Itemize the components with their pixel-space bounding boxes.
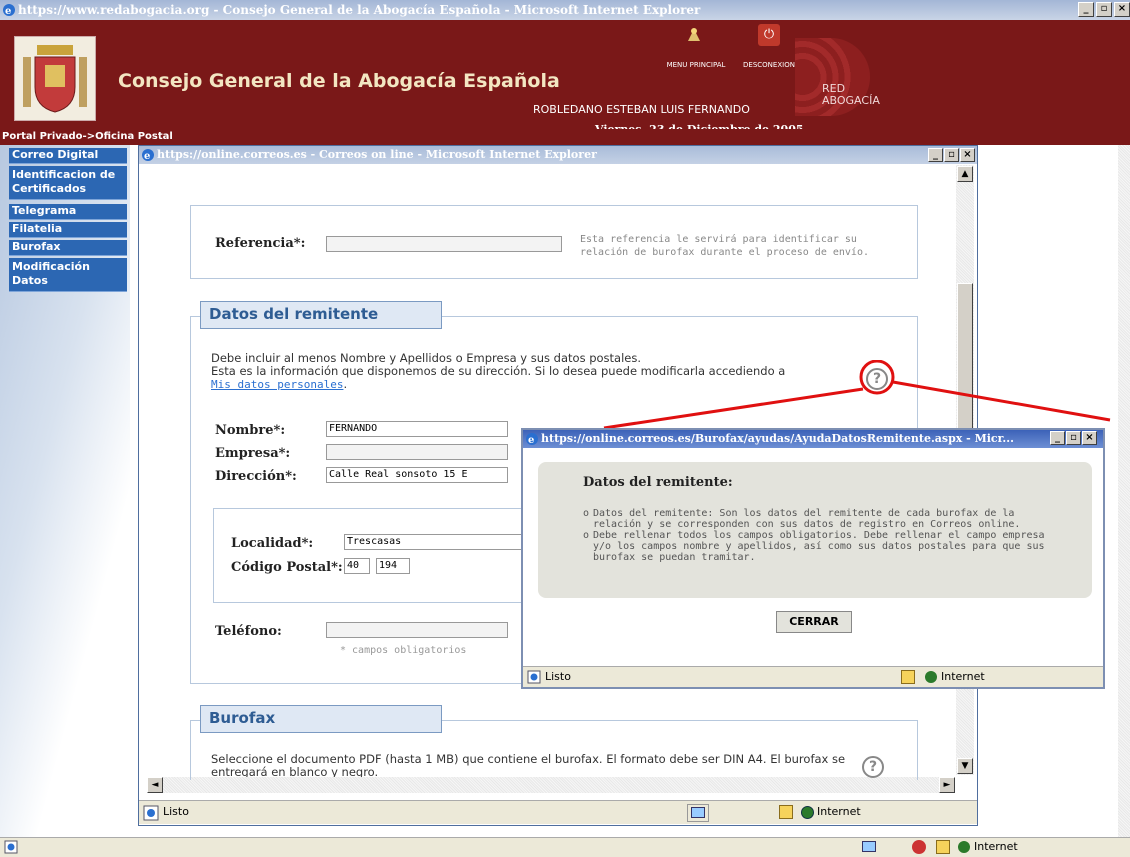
popup-status-bar: Listo Internet bbox=[523, 666, 1103, 687]
empresa-input[interactable] bbox=[326, 444, 508, 460]
globe-icon bbox=[801, 806, 814, 819]
help-icon-burofax[interactable]: ? bbox=[862, 756, 884, 778]
red-abogacia-text: RED ABOGACÍA bbox=[822, 82, 880, 107]
nombre-label: Nombre*: bbox=[215, 423, 286, 438]
sidebar-item-telegrama[interactable]: Telegrama bbox=[9, 204, 127, 220]
scroll-up-button[interactable]: ▲ bbox=[957, 166, 973, 182]
svg-text:e: e bbox=[528, 435, 534, 446]
inner-status-zone: Internet bbox=[817, 805, 861, 818]
minimize-button[interactable]: _ bbox=[1078, 2, 1094, 17]
popup-title-text: https://online.correos.es/Burofax/ayudas… bbox=[541, 432, 1014, 445]
close-button[interactable]: × bbox=[1114, 2, 1130, 17]
popup-bullet-1: o Datos del remitente: Son los datos del … bbox=[583, 508, 1053, 530]
sidebar-item-modificacion-datos[interactable]: Modificación Datos bbox=[9, 258, 127, 292]
period: . bbox=[343, 377, 348, 391]
lock-icon bbox=[779, 805, 793, 819]
globe-icon bbox=[958, 841, 970, 853]
breadcrumb: Portal Privado->Oficina Postal bbox=[0, 129, 1130, 145]
popup-heading: Datos del remitente: bbox=[583, 475, 733, 490]
popup-bullet-1-text: Datos del remitente: Son los datos del r… bbox=[593, 508, 1021, 530]
page-view-icon bbox=[862, 841, 876, 852]
menu-principal-icon[interactable] bbox=[680, 25, 710, 43]
maximize-button[interactable]: ▫ bbox=[1096, 2, 1112, 17]
svg-text:e: e bbox=[5, 6, 11, 17]
organization-name: Consejo General de la Abogacía Española bbox=[118, 70, 560, 92]
empresa-label: Empresa*: bbox=[215, 446, 291, 461]
popup-status-text: Listo bbox=[545, 670, 571, 683]
page-view-icon bbox=[691, 807, 705, 818]
globe-icon bbox=[925, 671, 937, 683]
scroll-right-button[interactable]: ► bbox=[939, 777, 955, 793]
telefono-input[interactable] bbox=[326, 622, 508, 638]
bullet-icon: o bbox=[583, 530, 590, 541]
inner-window-title-text: https://online.correos.es - Correos on l… bbox=[157, 148, 597, 161]
burofax-text: Seleccione el documento PDF (hasta 1 MB)… bbox=[211, 753, 846, 777]
popup-bullets: o Datos del remitente: Son los datos del … bbox=[583, 508, 1053, 563]
site-header: Consejo General de la Abogacía Española … bbox=[0, 20, 1130, 145]
desconexion-link[interactable]: DESCONEXION bbox=[736, 61, 802, 69]
scroll-left-button[interactable]: ◄ bbox=[147, 777, 163, 793]
codigo-postal-label: Código Postal*: bbox=[231, 560, 343, 575]
campos-obligatorios-note: * campos obligatorios bbox=[340, 645, 467, 656]
codigo-postal-input-1[interactable]: 40 bbox=[344, 558, 370, 574]
coat-of-arms-logo bbox=[14, 36, 96, 121]
outer-status-zone: Internet bbox=[974, 840, 1018, 853]
remitente-legend: Datos del remitente bbox=[200, 301, 442, 329]
ie-icon: e bbox=[142, 149, 154, 162]
mis-datos-link[interactable]: Mis datos personales bbox=[211, 378, 343, 391]
svg-text:e: e bbox=[144, 151, 150, 162]
burofax-legend: Burofax bbox=[200, 705, 442, 733]
direccion-input[interactable]: Calle Real sonsoto 15 E bbox=[326, 467, 508, 483]
popup-minimize-button[interactable]: _ bbox=[1050, 431, 1065, 445]
localidad-label: Localidad*: bbox=[231, 536, 314, 551]
sidebar-item-filatelia[interactable]: Filatelia bbox=[9, 222, 127, 238]
scroll-down-button[interactable]: ▼ bbox=[957, 758, 973, 774]
popup-bullet-2: o Debe rellenar todos los campos obligato… bbox=[583, 530, 1053, 563]
codigo-postal-input-2[interactable]: 194 bbox=[376, 558, 410, 574]
sidebar-item-burofax[interactable]: Burofax bbox=[9, 240, 127, 256]
nombre-input[interactable]: FERNANDO bbox=[326, 421, 508, 437]
power-icon[interactable]: ⏻ bbox=[758, 24, 780, 46]
popup-bullet-2-text: Debe rellenar todos los campos obligator… bbox=[593, 530, 1045, 563]
outer-scrollbar[interactable] bbox=[1118, 145, 1130, 837]
popup-maximize-button[interactable]: ▫ bbox=[1066, 431, 1081, 445]
telefono-label: Teléfono: bbox=[215, 624, 282, 639]
inner-maximize-button[interactable]: ▫ bbox=[944, 148, 959, 162]
localidad-section bbox=[213, 508, 533, 603]
popup-title: e https://online.correos.es/Burofax/ayud… bbox=[523, 430, 1103, 448]
page-icon bbox=[527, 670, 541, 684]
localidad-input[interactable]: Trescasas bbox=[344, 534, 524, 550]
lock-icon bbox=[936, 840, 950, 854]
inner-status-text: Listo bbox=[163, 805, 189, 818]
inner-window-title: e https://online.correos.es - Correos on… bbox=[139, 146, 977, 164]
sidebar-item-correo-digital[interactable]: Correo Digital bbox=[9, 148, 127, 164]
page-icon bbox=[143, 805, 159, 821]
inner-minimize-button[interactable]: _ bbox=[928, 148, 943, 162]
outer-status-bar: Internet bbox=[0, 837, 1130, 857]
referencia-help-text: Esta referencia le servirá para identifi… bbox=[580, 234, 869, 258]
lock-icon bbox=[901, 670, 915, 684]
menu-principal-link[interactable]: MENU PRINCIPAL bbox=[666, 61, 726, 69]
user-name: ROBLEDANO ESTEBAN LUIS FERNANDO bbox=[533, 103, 750, 116]
ie-icon: e bbox=[526, 433, 538, 446]
direccion-label: Dirección*: bbox=[215, 469, 297, 484]
sidebar-item-identificacion-certificados[interactable]: Identificacion de Certificados bbox=[9, 166, 127, 200]
inner-status-bar: Listo Internet bbox=[139, 800, 977, 824]
cerrar-button[interactable]: CERRAR bbox=[776, 611, 852, 633]
referencia-label: Referencia*: bbox=[215, 236, 306, 251]
referencia-input[interactable] bbox=[326, 236, 562, 252]
privacy-icon bbox=[912, 840, 926, 854]
popup-close-button[interactable]: × bbox=[1082, 431, 1097, 445]
ie-icon: e bbox=[3, 4, 15, 17]
outer-window-title: e https://www.redabogacia.org - Consejo … bbox=[0, 0, 1130, 20]
bullet-icon: o bbox=[583, 508, 590, 519]
popup-status-zone: Internet bbox=[941, 670, 985, 683]
outer-window-title-text: https://www.redabogacia.org - Consejo Ge… bbox=[18, 3, 701, 17]
page-icon bbox=[4, 840, 18, 854]
inner-close-button[interactable]: × bbox=[960, 148, 975, 162]
